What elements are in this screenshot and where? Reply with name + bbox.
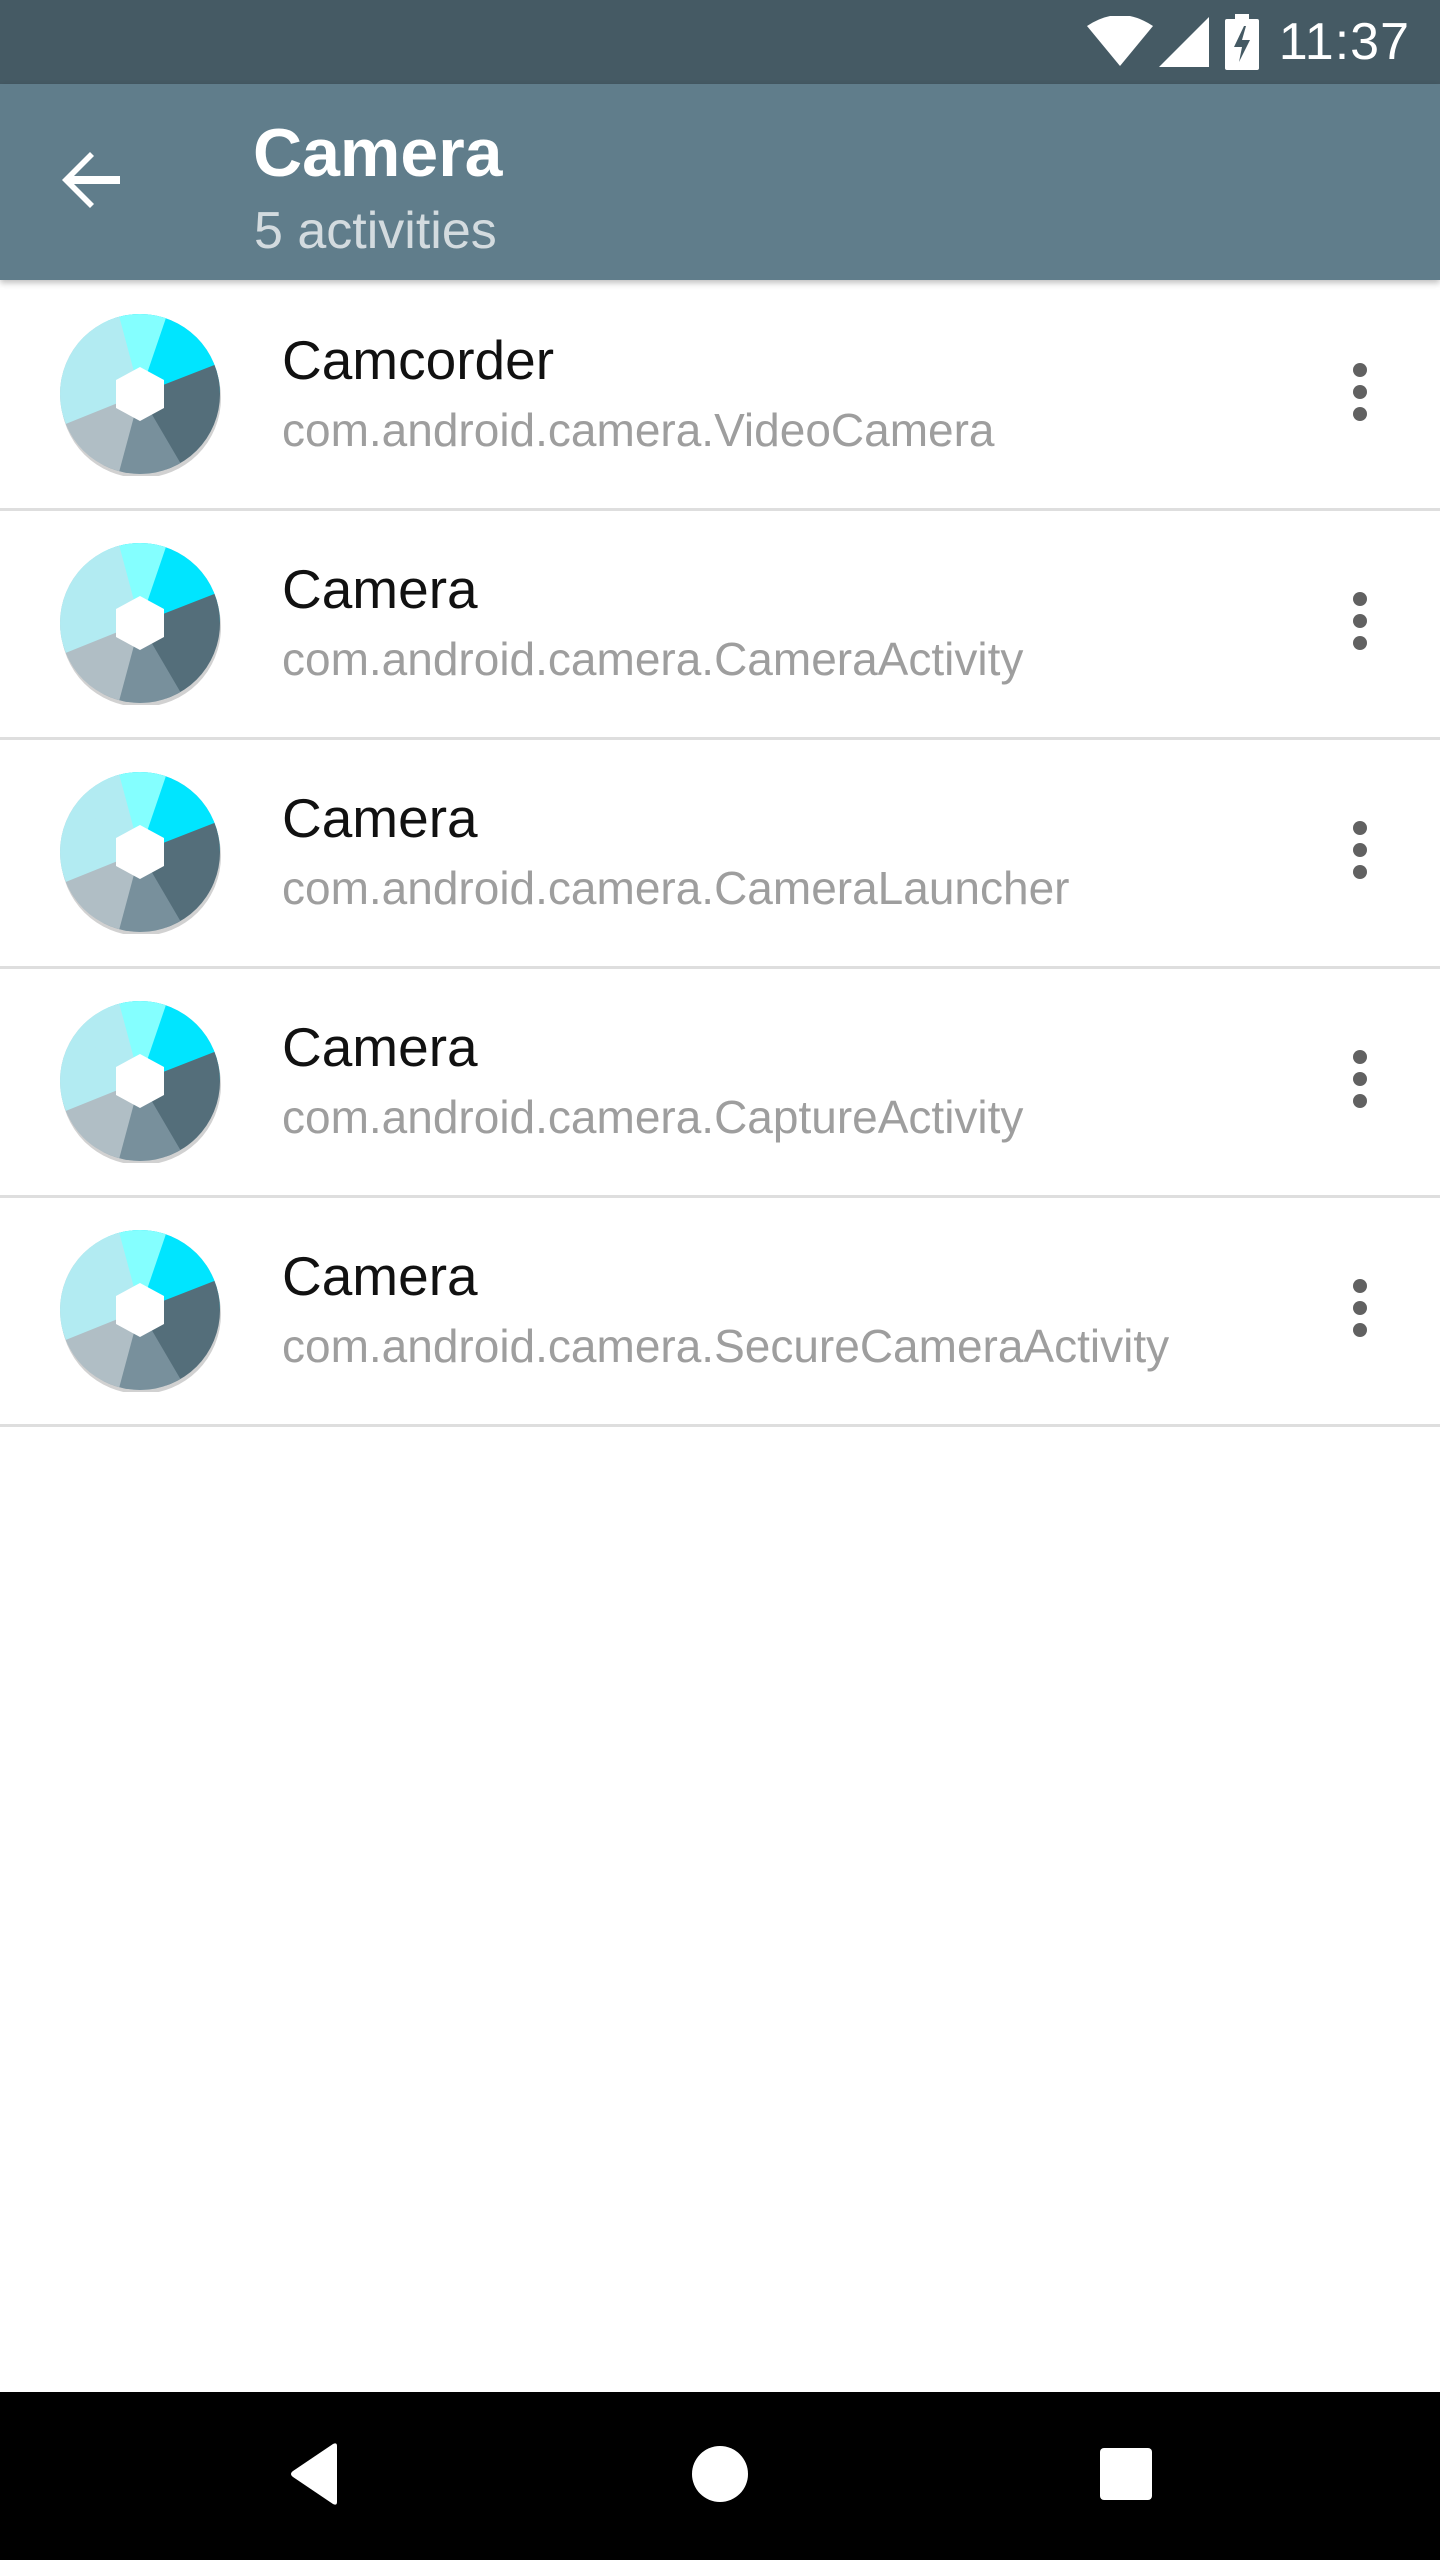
camera-app-icon: [58, 541, 222, 707]
app-bar: Camera 5 activities: [0, 84, 1440, 280]
status-icons: 11:37: [1086, 0, 1410, 84]
recents-square-icon: [1099, 2447, 1153, 2506]
back-button[interactable]: [44, 134, 140, 230]
item-title: Camera: [282, 1245, 478, 1307]
item-title: Camera: [282, 787, 478, 849]
camera-app-icon: [58, 1228, 222, 1394]
nav-home-button[interactable]: [670, 2426, 770, 2526]
more-options-button[interactable]: [1310, 802, 1410, 902]
more-options-button[interactable]: [1310, 344, 1410, 444]
item-subtitle: com.android.camera.CameraActivity: [282, 633, 1024, 685]
more-options-button[interactable]: [1310, 573, 1410, 673]
back-triangle-icon: [287, 2442, 343, 2511]
item-subtitle: com.android.camera.SecureCameraActivity: [282, 1320, 1170, 1372]
camera-app-icon: [58, 999, 222, 1165]
more-vert-icon: [1352, 591, 1368, 656]
list-item[interactable]: Camera com.android.camera.CaptureActivit…: [0, 969, 1440, 1198]
more-vert-icon: [1352, 1278, 1368, 1343]
wifi-icon: [1086, 16, 1153, 68]
item-title: Camera: [282, 1016, 478, 1078]
status-time: 11:37: [1278, 13, 1410, 71]
arrow-back-icon: [60, 148, 124, 217]
nav-recents-button[interactable]: [1076, 2426, 1176, 2526]
item-subtitle: com.android.camera.CaptureActivity: [282, 1091, 1024, 1143]
screen: 11:37 Camera 5 activities Camcorder com.…: [0, 0, 1440, 2560]
page-title: Camera: [253, 115, 503, 191]
list-item[interactable]: Camera com.android.camera.SecureCameraAc…: [0, 1198, 1440, 1427]
more-vert-icon: [1352, 1049, 1368, 1114]
battery-charging-icon: [1224, 14, 1259, 70]
home-circle-icon: [691, 2445, 749, 2508]
more-vert-icon: [1352, 362, 1368, 427]
more-options-button[interactable]: [1310, 1031, 1410, 1131]
activity-list: Camcorder com.android.camera.VideoCamera: [0, 282, 1440, 1427]
page-subtitle: 5 activities: [254, 202, 497, 260]
status-bar: 11:37: [0, 0, 1440, 84]
cell-signal-icon: [1158, 17, 1209, 67]
item-subtitle: com.android.camera.VideoCamera: [282, 404, 995, 456]
nav-back-button[interactable]: [265, 2426, 365, 2526]
camera-app-icon: [58, 770, 222, 936]
more-options-button[interactable]: [1310, 1260, 1410, 1360]
item-subtitle: com.android.camera.CameraLauncher: [282, 862, 1070, 914]
item-title: Camcorder: [282, 329, 555, 391]
list-item[interactable]: Camera com.android.camera.CameraActivity: [0, 511, 1440, 740]
more-vert-icon: [1352, 820, 1368, 885]
navigation-bar: [0, 2392, 1440, 2560]
camera-app-icon: [58, 312, 222, 478]
item-title: Camera: [282, 558, 478, 620]
list-item[interactable]: Camera com.android.camera.CameraLauncher: [0, 740, 1440, 969]
list-item[interactable]: Camcorder com.android.camera.VideoCamera: [0, 282, 1440, 511]
